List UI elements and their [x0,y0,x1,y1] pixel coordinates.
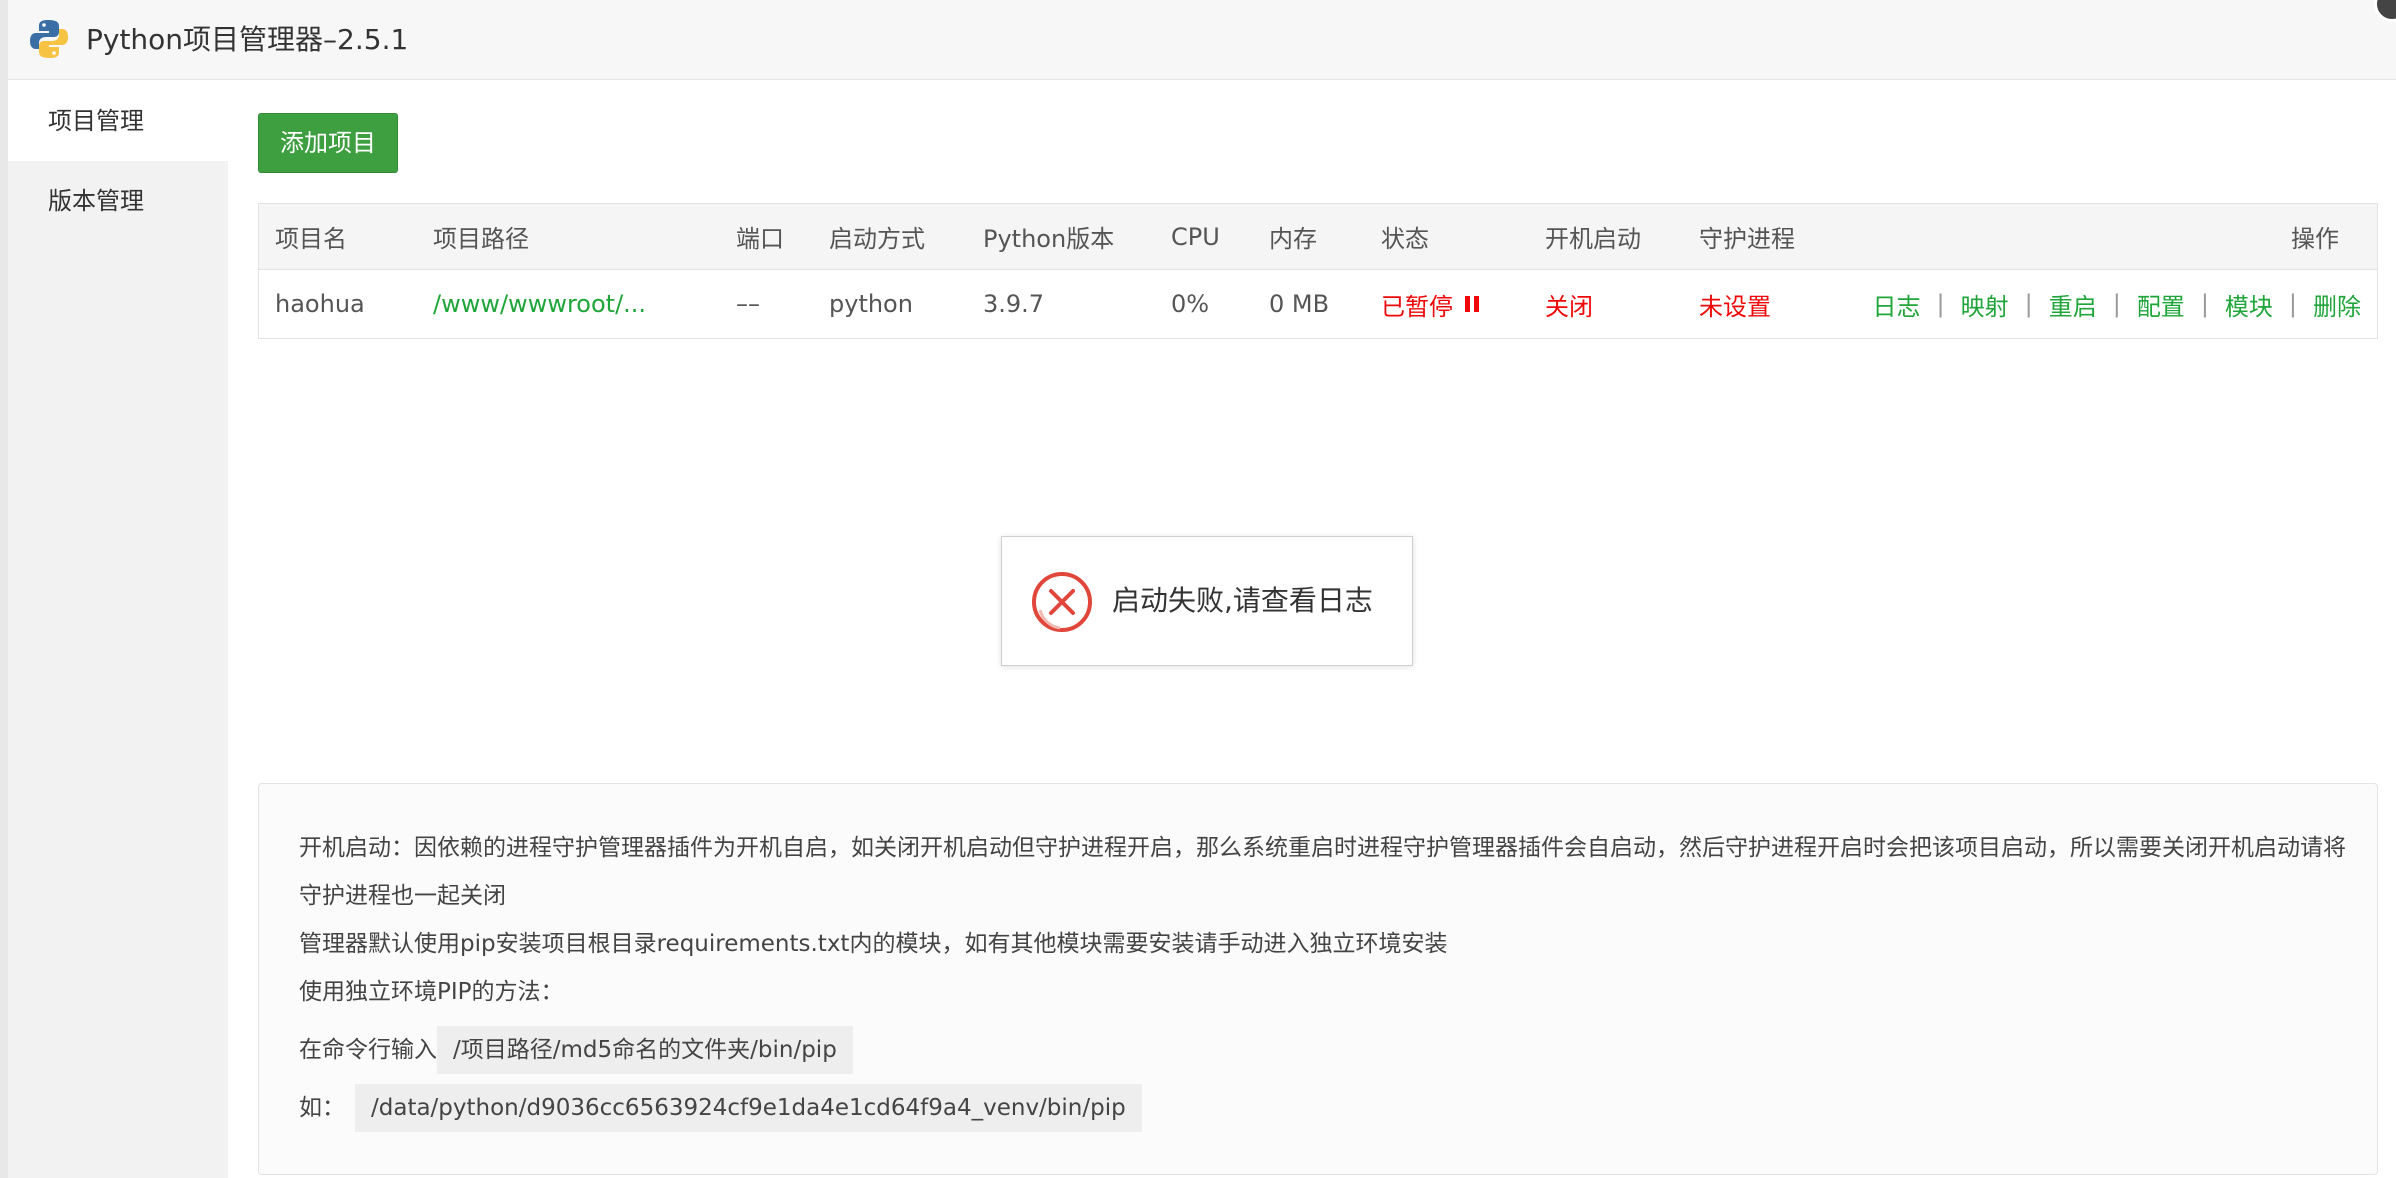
module-link[interactable]: 模块 [2225,287,2273,322]
header-port: 端口 [736,225,784,253]
project-python-version: 3.9.7 [983,290,1045,318]
command-code: /项目路径/md5命名的文件夹/bin/pip [437,1026,853,1074]
tip-pip-default: 管理器默认使用pip安装项目根目录requirements.txt内的模块，如有… [299,931,1448,957]
error-toast: 启动失败,请查看日志 [1001,536,1413,666]
header-daemon: 守护进程 [1699,225,1795,253]
daemon-setting-link[interactable]: 未设置 [1699,270,1771,338]
sidebar-item-version-management[interactable]: 版本管理 [8,161,228,241]
window-left-edge [0,0,8,1178]
project-port: –– [736,290,760,318]
close-icon[interactable] [2374,0,2396,22]
error-circle-icon [1032,572,1092,632]
window-title: Python项目管理器–2.5.1 [86,23,409,56]
sidebar-item-label: 项目管理 [48,107,144,135]
pause-icon [1465,296,1479,312]
tips-panel: 开机启动：因依赖的进程守护管理器插件为开机自启，如关闭开机启动但守护进程开启，那… [258,783,2378,1175]
delete-link[interactable]: 删除 [2313,287,2361,322]
project-cpu: 0% [1171,290,1210,318]
project-table: 项目名 项目路径 端口 启动方式 Python版本 CPU 内存 状态 开机启动… [258,203,2378,339]
sidebar-item-project-management[interactable]: 项目管理 [8,81,228,161]
toast-message: 启动失败,请查看日志 [1112,584,1373,617]
sidebar-item-label: 版本管理 [48,187,144,215]
restart-link[interactable]: 重启 [2049,287,2097,322]
tip-example: 如： /data/python/d9036cc6563924cf9e1da4e1c… [299,1084,2377,1132]
separator: | [1936,290,1945,318]
header-cpu: CPU [1171,222,1220,251]
header-path: 项目路径 [433,225,529,253]
table-row: haohua /www/wwwroot/... –– python 3.9.7 … [259,270,2377,338]
tip-example-prefix: 如： [299,1095,345,1121]
log-link[interactable]: 日志 [1873,287,1921,322]
window-titlebar: Python项目管理器–2.5.1 [8,0,2396,80]
header-name: 项目名 [275,225,347,253]
status-label: 已暂停 [1381,292,1453,321]
project-name: haohua [275,290,365,318]
tip-pip-method: 使用独立环境PIP的方法： [299,979,564,1005]
separator: | [2288,290,2297,318]
project-status-toggle[interactable]: 已暂停 [1381,270,1479,338]
header-python-version: Python版本 [983,225,1115,253]
row-actions: 日志 | 映射 | 重启 | 配置 | 模块 | 删除 [1873,270,2361,338]
header-actions: 操作 [2291,225,2339,253]
sidebar: 项目管理 版本管理 [8,81,228,1178]
header-status: 状态 [1381,225,1429,253]
boot-start-toggle[interactable]: 关闭 [1545,270,1593,338]
separator: | [2024,290,2033,318]
python-logo-icon [30,20,68,58]
tip-boot-start: 开机启动：因依赖的进程守护管理器插件为开机自启，如关闭开机启动但守护进程开启，那… [299,835,2346,909]
config-link[interactable]: 配置 [2137,287,2185,322]
project-path-link[interactable]: /www/wwwroot/... [433,270,646,338]
header-boot-start: 开机启动 [1545,225,1641,253]
separator: | [2200,290,2209,318]
add-project-button[interactable]: 添加项目 [258,113,398,173]
example-code: /data/python/d9036cc6563924cf9e1da4e1cd6… [355,1084,1142,1132]
header-start-mode: 启动方式 [829,225,925,253]
project-memory: 0 MB [1269,290,1330,318]
separator: | [2112,290,2121,318]
project-start-mode: python [829,290,913,318]
header-memory: 内存 [1269,225,1317,253]
table-header: 项目名 项目路径 端口 启动方式 Python版本 CPU 内存 状态 开机启动… [259,204,2377,270]
main-content: 添加项目 项目名 项目路径 端口 启动方式 Python版本 CPU 内存 状态… [228,81,2396,1178]
mapping-link[interactable]: 映射 [1961,287,2009,322]
tip-command-prefix: 在命令行输入 [299,1037,437,1063]
tip-command: 在命令行输入/项目路径/md5命名的文件夹/bin/pip [299,1026,2377,1074]
